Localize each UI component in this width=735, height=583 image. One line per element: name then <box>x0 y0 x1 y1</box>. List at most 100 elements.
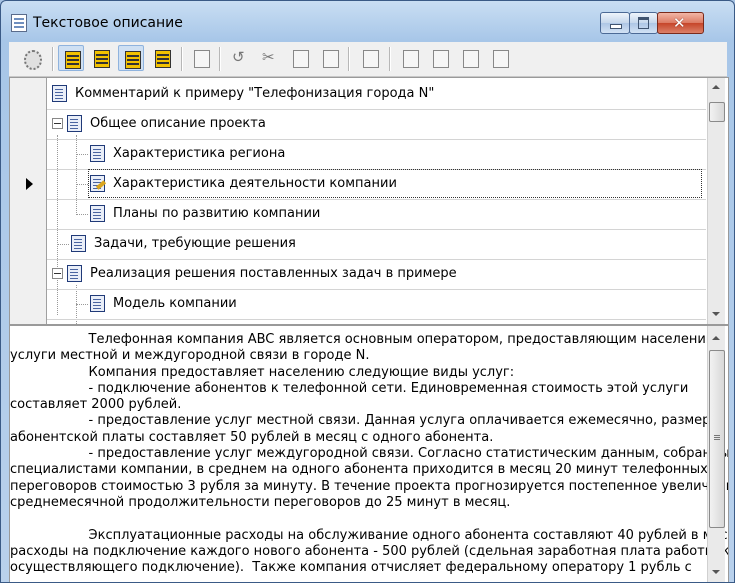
toolbar: ↺ ✂ <box>9 42 727 77</box>
text-scrollbar[interactable] <box>707 326 725 582</box>
note-icon <box>52 85 67 102</box>
scroll-thumb[interactable] <box>709 102 725 122</box>
tree-row[interactable]: Реализация решения поставленных задач в … <box>10 259 706 290</box>
text-line: составляет 2000 рублей. <box>10 397 182 413</box>
note-icon <box>67 265 82 282</box>
delete-node-button[interactable] <box>457 45 483 71</box>
tree-node[interactable]: Комментарий к примеру "Телефонизация гор… <box>52 79 434 108</box>
tree-node-label: Характеристика региона <box>113 146 286 161</box>
note-icon <box>67 115 82 132</box>
scroll-thumb[interactable] <box>709 350 725 528</box>
tree-node-label: Модель компании <box>113 296 237 311</box>
toolbar-separator <box>52 47 54 71</box>
text-line: расходы на подключение каждого нового аб… <box>10 543 729 559</box>
text-line: переговоров стоимостью 3 рубля за минуту… <box>10 478 729 494</box>
delete-node-icon <box>463 50 479 68</box>
toolbar-separator <box>348 47 350 71</box>
scroll-up-button[interactable] <box>708 79 725 96</box>
text-line: - подключение абонентов к телефонной сет… <box>10 380 689 396</box>
list-view-button-2[interactable] <box>88 45 114 71</box>
properties-icon <box>194 50 210 68</box>
text-line: Эксплуатационные расходы на обслуживание… <box>10 527 729 543</box>
tree-row[interactable]: Характеристика деятельности компании <box>10 169 706 200</box>
row-header[interactable] <box>10 229 47 258</box>
scroll-down-button[interactable] <box>708 306 725 323</box>
tree-node-label: Реализация решения поставленных задач в … <box>90 266 457 281</box>
export-icon <box>493 50 509 68</box>
row-header[interactable] <box>10 139 47 168</box>
tree-row[interactable]: Комментарий к примеру "Телефонизация гор… <box>10 79 706 110</box>
minimize-button[interactable] <box>600 12 630 34</box>
list-view-button-4[interactable] <box>149 45 175 71</box>
tree-row[interactable]: Задачи, требующие решения <box>10 229 706 260</box>
text-description-pane[interactable]: Телефонная компания ABC является основны… <box>9 325 729 582</box>
undo-button[interactable]: ↺ <box>227 45 253 71</box>
list-icon <box>155 50 171 68</box>
scroll-up-button[interactable] <box>708 330 725 347</box>
tree-node-label: Комментарий к примеру "Телефонизация гор… <box>75 86 435 101</box>
maximize-button[interactable] <box>629 12 658 34</box>
tree-node-label: Планы по развитию компании <box>113 206 321 221</box>
list-icon <box>94 50 110 68</box>
properties-button[interactable] <box>188 45 214 71</box>
tree-node[interactable]: Планы по развитию компании <box>90 199 320 228</box>
maximize-icon <box>638 17 649 29</box>
document-icon <box>11 14 27 32</box>
topic-tree: Комментарий к примеру "Телефонизация гор… <box>9 77 729 325</box>
text-line <box>10 511 705 527</box>
move-left-button[interactable] <box>397 45 423 71</box>
toolbar-separator <box>181 47 183 71</box>
tree-scrollbar[interactable] <box>707 78 725 324</box>
copy-button[interactable] <box>287 45 313 71</box>
row-header[interactable] <box>10 289 47 318</box>
application-window: Текстовое описание ✕ ↺ ✂ Комментарий к п… <box>0 0 735 583</box>
tree-row[interactable]: Характеристика региона <box>10 139 706 170</box>
row-header[interactable] <box>10 109 47 138</box>
list-view-button-3[interactable] <box>118 45 144 71</box>
note-icon <box>71 235 86 252</box>
cut-button[interactable]: ✂ <box>257 45 283 71</box>
tree-row[interactable]: Модель компании <box>10 289 706 320</box>
undo-icon: ↺ <box>232 48 245 66</box>
move-right-icon <box>433 50 449 68</box>
note-edit-icon <box>90 175 105 192</box>
description-text[interactable]: Телефонная компания ABC является основны… <box>10 332 729 576</box>
close-button[interactable]: ✕ <box>657 12 704 34</box>
export-button[interactable] <box>487 45 513 71</box>
tree-node-label: Задачи, требующие решения <box>94 236 296 251</box>
tree-row[interactable]: Общее описание проекта <box>10 109 706 140</box>
row-header[interactable] <box>10 319 47 324</box>
row-header[interactable] <box>10 79 47 108</box>
collapse-icon[interactable] <box>52 118 63 129</box>
title-bar[interactable]: Текстовое описание ✕ <box>1 1 734 41</box>
list-view-button-1[interactable] <box>58 45 84 71</box>
tree-node[interactable]: Задачи, требующие решения <box>71 229 296 258</box>
tree-row[interactable]: Планы по развитию компании <box>10 199 706 230</box>
paste-button[interactable] <box>317 45 343 71</box>
note-icon <box>90 205 105 222</box>
text-line: Телефонная компания ABC является основны… <box>10 332 717 347</box>
row-header[interactable] <box>10 169 47 198</box>
settings-button[interactable] <box>18 45 44 71</box>
row-header[interactable] <box>10 259 47 288</box>
tree-node[interactable]: Характеристика региона <box>90 139 285 168</box>
text-line: - предоставление услуг местной связи. Да… <box>10 413 711 429</box>
tree-node[interactable]: Общее описание проекта <box>52 109 266 138</box>
paste-icon <box>323 50 339 68</box>
tree-node-selected[interactable]: Характеристика деятельности компании <box>88 169 702 198</box>
list-icon <box>65 51 81 69</box>
tree-row[interactable] <box>10 319 706 324</box>
move-right-button[interactable] <box>427 45 453 71</box>
collapse-icon[interactable] <box>52 268 63 279</box>
insert-button[interactable] <box>357 45 383 71</box>
list-icon <box>125 51 141 69</box>
text-line: осуществляющего подключение). Также комп… <box>10 560 692 576</box>
row-header[interactable] <box>10 199 47 228</box>
scroll-down-button[interactable] <box>708 564 725 581</box>
tree-node[interactable]: Реализация решения поставленных задач в … <box>52 259 457 288</box>
text-line: абонентской платы составляет 50 рублей в… <box>10 429 494 445</box>
tree-node[interactable]: Модель компании <box>90 289 237 318</box>
toolbar-separator <box>389 47 391 71</box>
window-title: Текстовое описание <box>33 15 183 31</box>
current-row-icon <box>26 178 33 190</box>
